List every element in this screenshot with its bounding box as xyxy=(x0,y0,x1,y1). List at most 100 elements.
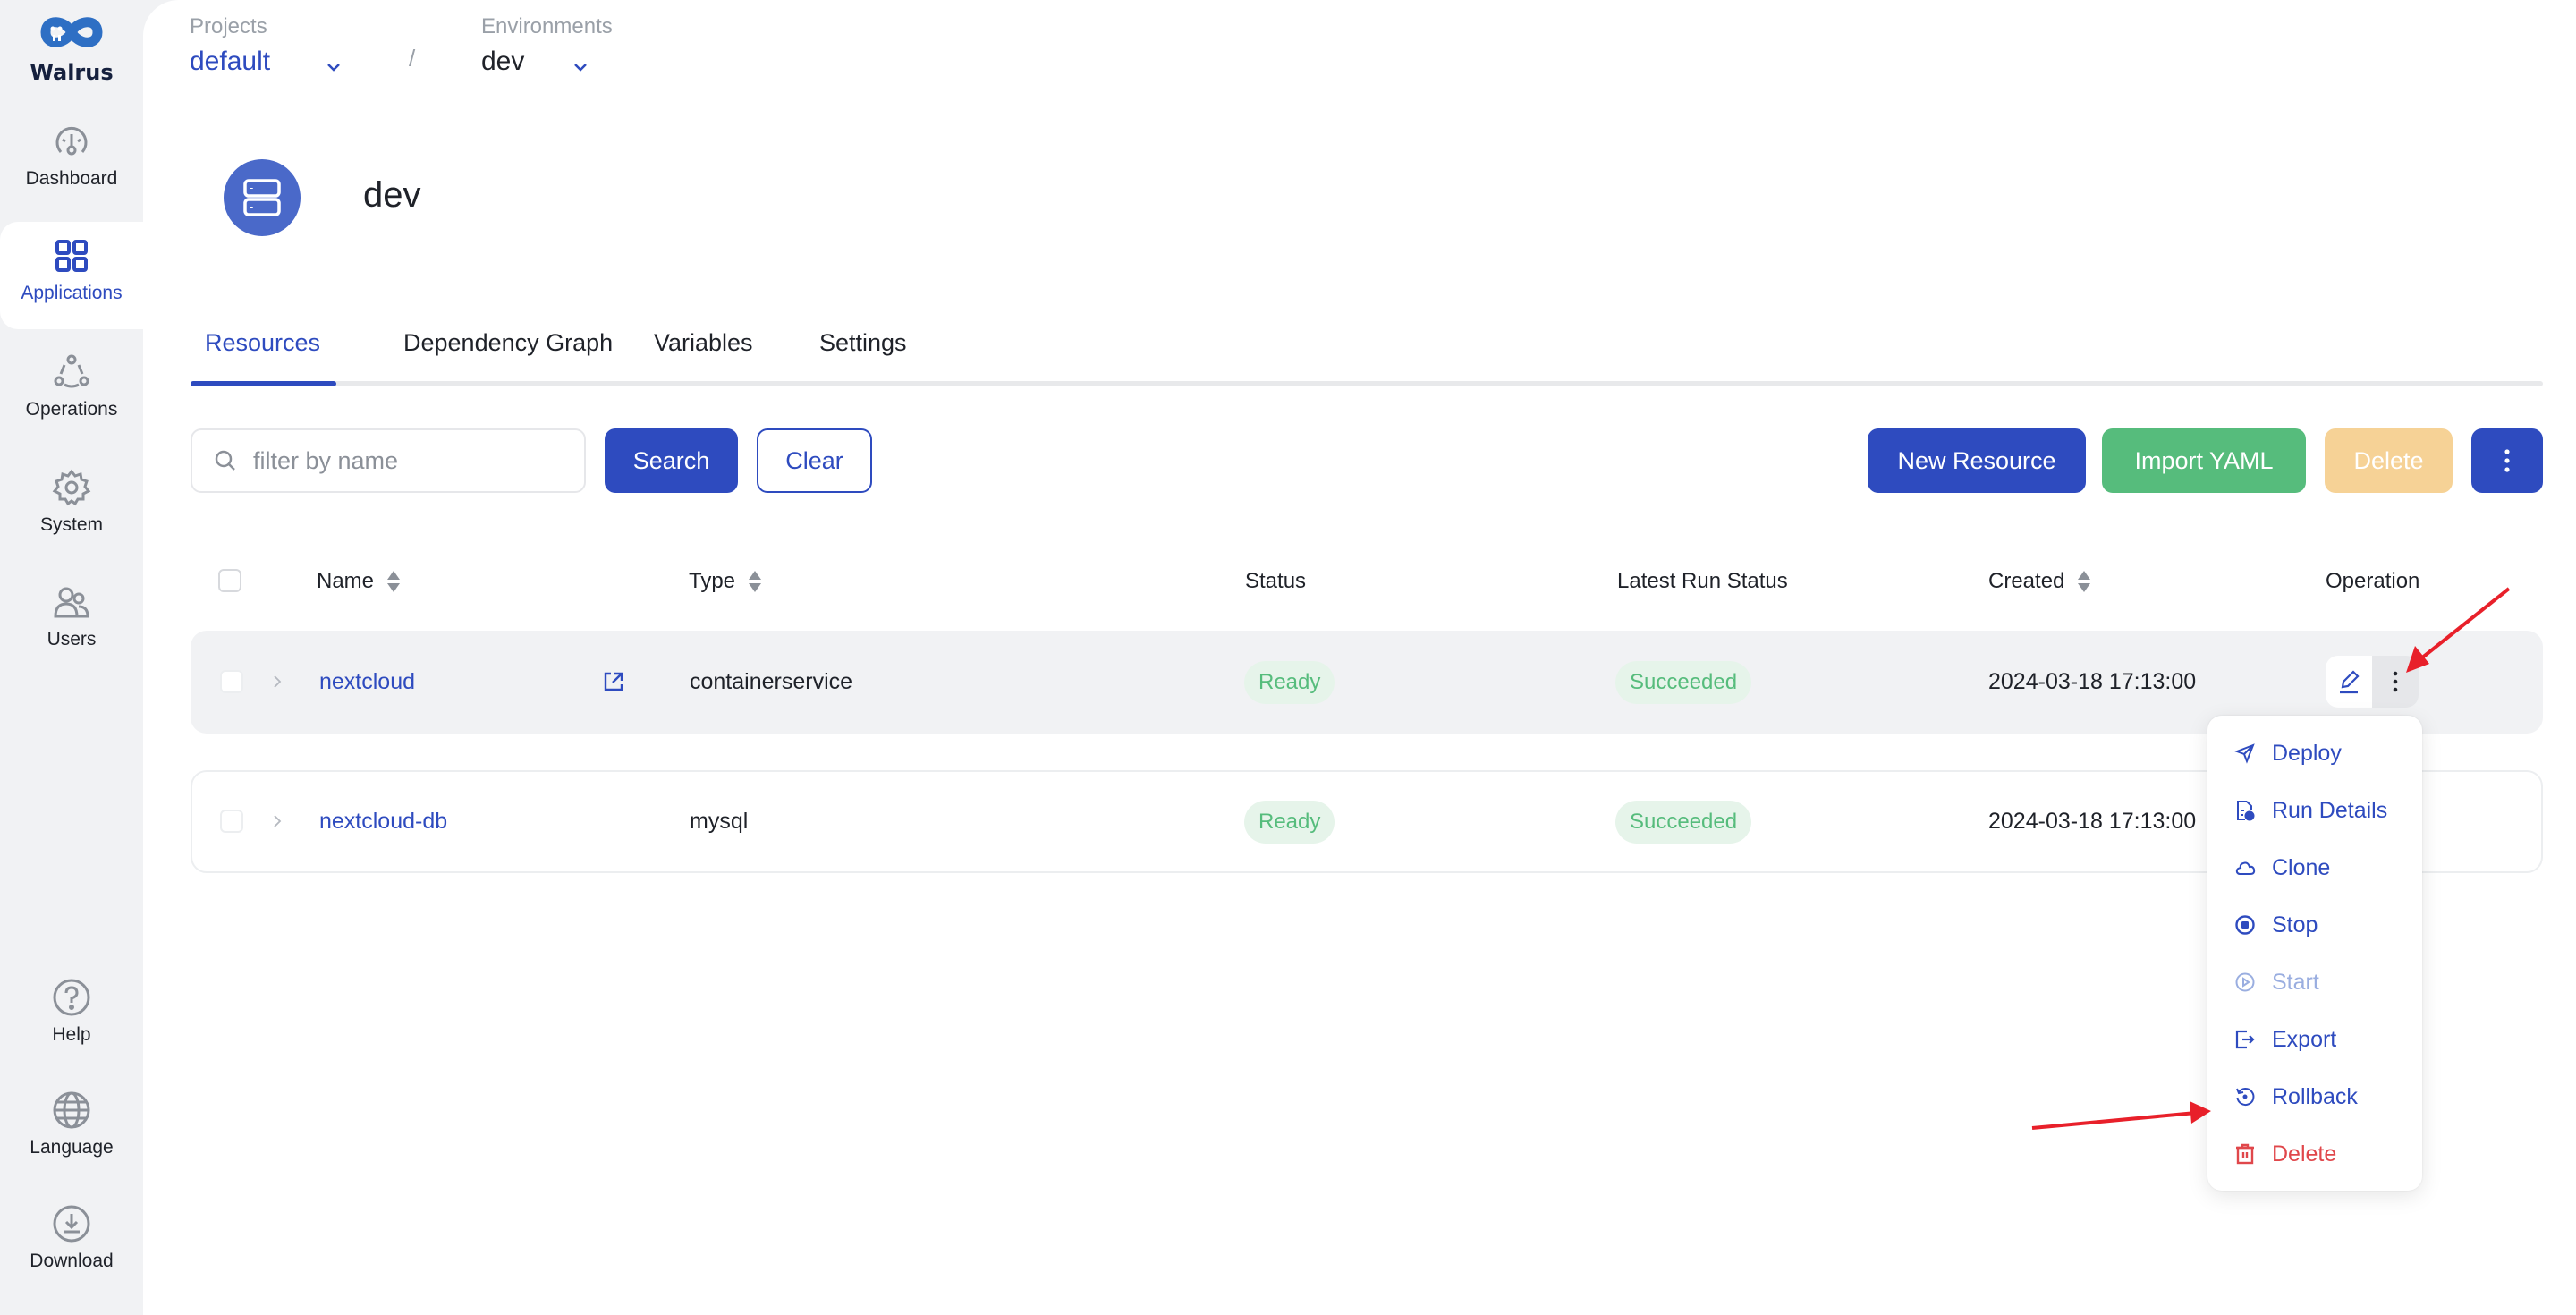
operations-icon xyxy=(54,354,89,388)
operation-dropdown-menu: Deploy Run Details Clone Stop Start Expo… xyxy=(2207,716,2422,1191)
menu-item-clone[interactable]: Clone xyxy=(2207,839,2422,896)
sidebar-item-label: System xyxy=(39,514,103,535)
row-checkbox[interactable] xyxy=(220,810,243,833)
sidebar-item-language[interactable]: Language xyxy=(0,1076,143,1184)
column-header-created[interactable]: Created xyxy=(1988,567,2091,596)
projects-label: Projects xyxy=(190,14,267,38)
gear-icon xyxy=(52,469,91,506)
status-badge: Ready xyxy=(1244,660,1335,704)
search-input[interactable] xyxy=(253,446,575,475)
sidebar-item-label: Applications xyxy=(21,283,123,303)
table-row[interactable]: nextcloud containerservice Ready Succeed… xyxy=(191,631,2543,734)
row-checkbox[interactable] xyxy=(220,670,243,693)
pencil-icon xyxy=(2340,670,2360,694)
dashboard-icon xyxy=(55,126,88,156)
sidebar-item-help[interactable]: Help xyxy=(0,963,143,1071)
stop-circle-icon xyxy=(2235,915,2255,935)
menu-item-delete[interactable]: Delete xyxy=(2207,1125,2422,1183)
sidebar: Walrus Dashboard Applications Operations… xyxy=(0,0,143,1315)
resource-type: mysql xyxy=(690,809,749,834)
chevron-right-icon[interactable] xyxy=(271,675,284,688)
menu-item-label: Deploy xyxy=(2272,740,2342,766)
play-circle-icon xyxy=(2235,972,2255,992)
file-info-icon xyxy=(2237,801,2255,821)
column-header-operation: Operation xyxy=(2326,567,2419,596)
column-label: Created xyxy=(1988,569,2065,593)
rollback-icon xyxy=(2236,1088,2255,1106)
table-row[interactable]: nextcloud-db mysql Ready Succeeded 2024-… xyxy=(191,770,2543,873)
edit-button[interactable] xyxy=(2326,656,2372,708)
import-yaml-button[interactable]: Import YAML xyxy=(2102,428,2306,493)
sidebar-item-users[interactable]: Users xyxy=(0,568,143,675)
resource-name-link[interactable]: nextcloud xyxy=(319,631,415,734)
environment-avatar xyxy=(224,159,301,236)
chevron-down-icon xyxy=(327,64,340,72)
row-more-button[interactable] xyxy=(2372,656,2419,708)
menu-item-label: Export xyxy=(2272,1026,2337,1052)
sidebar-item-system[interactable]: System xyxy=(0,454,143,561)
menu-item-label: Start xyxy=(2272,969,2319,995)
search-field[interactable] xyxy=(191,428,586,493)
external-link-icon[interactable] xyxy=(602,670,625,693)
search-icon xyxy=(215,450,235,471)
tab-resources[interactable]: Resources xyxy=(205,329,320,357)
sort-icon[interactable] xyxy=(748,569,762,594)
more-vertical-icon xyxy=(2393,671,2398,692)
menu-item-deploy[interactable]: Deploy xyxy=(2207,725,2422,782)
status-badge: Ready xyxy=(1244,800,1335,844)
menu-item-stop[interactable]: Stop xyxy=(2207,896,2422,954)
sidebar-item-dashboard[interactable]: Dashboard xyxy=(0,107,143,215)
trash-icon xyxy=(2236,1143,2254,1165)
globe-icon xyxy=(53,1091,90,1129)
sidebar-item-label: Language xyxy=(30,1137,114,1158)
menu-item-run-details[interactable]: Run Details xyxy=(2207,782,2422,839)
tabs-track xyxy=(191,381,2543,386)
more-actions-button[interactable] xyxy=(2471,428,2543,493)
sidebar-item-label: Download xyxy=(30,1251,114,1271)
sidebar-item-label: Operations xyxy=(25,399,118,420)
menu-item-export[interactable]: Export xyxy=(2207,1011,2422,1068)
sort-icon[interactable] xyxy=(386,569,401,594)
clear-button[interactable]: Clear xyxy=(757,428,872,493)
project-selector[interactable]: default xyxy=(190,47,351,82)
delete-button[interactable]: Delete xyxy=(2325,428,2453,493)
chevron-right-icon[interactable] xyxy=(271,815,284,827)
sort-icon[interactable] xyxy=(2077,569,2091,594)
search-button[interactable]: Search xyxy=(605,428,738,493)
column-header-type[interactable]: Type xyxy=(689,567,762,596)
tab-settings[interactable]: Settings xyxy=(819,329,907,357)
column-header-name[interactable]: Name xyxy=(317,567,401,596)
new-resource-button[interactable]: New Resource xyxy=(1868,428,2086,493)
users-icon xyxy=(54,587,89,618)
environment-value: dev xyxy=(481,47,525,76)
menu-item-rollback[interactable]: Rollback xyxy=(2207,1068,2422,1125)
walrus-logo-icon xyxy=(40,17,103,47)
brand-name: Walrus xyxy=(30,60,114,85)
page-title: dev xyxy=(363,175,421,215)
resource-name-link[interactable]: nextcloud-db xyxy=(319,772,447,871)
created-time: 2024-03-18 17:13:00 xyxy=(1988,669,2197,694)
column-label: Latest Run Status xyxy=(1617,569,1788,593)
environment-selector[interactable]: dev xyxy=(481,47,615,82)
created-time: 2024-03-18 17:13:00 xyxy=(1988,809,2197,834)
sidebar-item-operations[interactable]: Operations xyxy=(0,338,143,445)
menu-item-label: Rollback xyxy=(2272,1083,2358,1109)
latest-run-status-badge: Succeeded xyxy=(1615,800,1752,844)
column-header-latest-run-status: Latest Run Status xyxy=(1617,567,1788,596)
column-header-status: Status xyxy=(1245,567,1306,596)
tab-dependency-graph[interactable]: Dependency Graph xyxy=(403,329,613,357)
sidebar-item-applications[interactable]: Applications xyxy=(0,222,143,329)
column-label: Type xyxy=(689,569,736,593)
walrus-logo[interactable]: Walrus xyxy=(27,11,116,85)
menu-item-label: Clone xyxy=(2272,854,2331,880)
tab-variables[interactable]: Variables xyxy=(654,329,753,357)
column-label: Status xyxy=(1245,569,1307,593)
cloud-icon xyxy=(2235,861,2256,875)
sidebar-item-download[interactable]: Download xyxy=(0,1190,143,1297)
sidebar-item-label: Help xyxy=(52,1024,91,1045)
select-all-checkbox[interactable] xyxy=(218,569,242,592)
export-icon xyxy=(2235,1030,2255,1049)
sidebar-item-label: Dashboard xyxy=(25,168,118,189)
tab-bar: Resources Dependency Graph Variables Set… xyxy=(191,322,2543,388)
project-value: default xyxy=(190,47,271,76)
